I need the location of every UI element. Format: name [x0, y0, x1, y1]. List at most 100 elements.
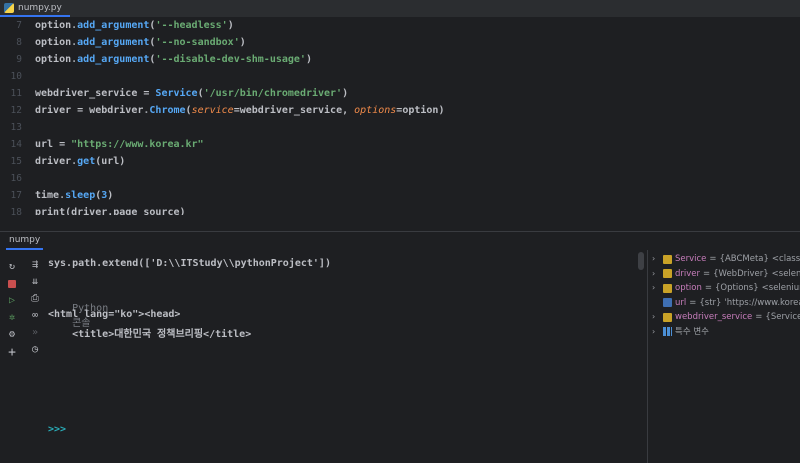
add-icon[interactable]: + [5, 345, 19, 359]
code-line[interactable]: 10 [0, 68, 800, 85]
code-line[interactable]: 11 webdriver_service = Service('/usr/bin/… [0, 85, 800, 102]
console-scrollbar[interactable] [638, 252, 644, 463]
variable-row-driver[interactable]: › driver={WebDriver}<seleniu [652, 267, 800, 281]
variable-name: url [675, 297, 687, 308]
variable-type: {Options} [715, 283, 759, 293]
chevron-right-icon[interactable]: › [652, 267, 660, 281]
line-number: 12 [10, 105, 22, 116]
variable-row-option[interactable]: › option={Options}<selenium. [652, 281, 800, 295]
code-text: driver = webdriver.Chrome(service=webdri… [35, 102, 444, 119]
code-line[interactable]: 8 option.add_argument('--no-sandbox') [0, 34, 800, 51]
more-icon[interactable]: » [28, 326, 42, 340]
code-token: sleep [65, 190, 96, 201]
variable-row-url[interactable]: url = {str}'https://www.korea. [652, 296, 800, 310]
variable-equals: = [689, 297, 697, 308]
code-token: print(driver.page_source) [35, 207, 186, 215]
code-token: '--headless' [155, 20, 228, 31]
special-variables-row[interactable]: › 특수 변수 [652, 325, 709, 339]
editor-tab-bar: numpy.py [0, 0, 800, 18]
code-line[interactable]: 16 [0, 170, 800, 187]
code-line[interactable]: 9 option.add_argument('--disable-dev-shm-… [0, 51, 800, 68]
code-token: driver = webdriver [35, 105, 144, 116]
console-toolbar: ↻ ▷ ✲ ⚙ + ⇶ ⇊ ⎙ ∞ » ◷ [0, 252, 46, 463]
object-variable-icon [663, 312, 672, 322]
variable-value: <class 'se [771, 254, 800, 264]
variable-type: {Service} [765, 312, 800, 322]
variable-equals: = [704, 283, 713, 293]
code-token: get [77, 156, 96, 167]
soft-wrap-icon[interactable]: ⇶ [28, 258, 42, 272]
history-icon[interactable]: ◷ [28, 343, 42, 357]
code-text: option.add_argument('--disable-dev-shm-u… [35, 51, 312, 68]
code-token: service [191, 105, 234, 116]
line-number: 9 [16, 54, 22, 65]
scroll-to-end-icon[interactable]: ⇊ [28, 275, 42, 289]
console-output-title: <title>대한민국 정책브리핑</title> [48, 329, 252, 340]
code-text: time.sleep(3) [35, 187, 113, 204]
code-token: driver [35, 156, 72, 167]
chevron-right-icon[interactable]: › [652, 252, 660, 266]
variable-name: webdriver_service [675, 312, 753, 322]
console-line-syspath: sys.path.extend(['D:\\ITStudy\\pythonPro… [48, 258, 331, 269]
variable-row-Service[interactable]: › Service={ABCMeta}<class 'se [652, 252, 800, 266]
variable-value: <selenium. [761, 283, 800, 293]
run-icon[interactable]: ▷ [5, 294, 19, 308]
code-text: print(driver.page_source) [35, 204, 186, 215]
variable-value: <seleniu [771, 268, 800, 279]
variable-row-webdriver_service[interactable]: ›webdriver_service={Service}<se [652, 310, 800, 324]
variable-equals: = [755, 312, 763, 322]
variable-type: {str} [699, 297, 722, 308]
line-number: 7 [16, 20, 22, 31]
code-line[interactable]: 13 [0, 119, 800, 136]
code-token: option [35, 37, 72, 48]
code-token: (url) [95, 156, 126, 167]
file-tab-label: numpy.py [18, 2, 62, 13]
settings-icon[interactable]: ⚙ [5, 328, 19, 342]
chevron-right-icon[interactable]: › [652, 325, 660, 339]
code-line[interactable]: 18 print(driver.page_source) [0, 204, 800, 215]
code-line[interactable]: 12 driver = webdriver.Chrome(service=webd… [0, 102, 800, 119]
chevron-right-icon[interactable]: › [652, 281, 660, 295]
variable-value: 'https://www.korea. [724, 297, 800, 308]
code-token: option [35, 20, 72, 31]
debug-icon[interactable]: ✲ [5, 311, 19, 325]
code-token: "https://www.korea.kr" [71, 139, 204, 150]
variable-equals: = [703, 268, 711, 279]
code-text: driver.get(url) [35, 153, 125, 170]
python-file-icon [4, 2, 14, 13]
code-token: url = [35, 139, 72, 150]
code-editor[interactable]: 7 option.add_argument('--headless') 8 optio… [0, 17, 800, 215]
console-scrollbar-thumb[interactable] [638, 252, 644, 270]
python-console[interactable]: sys.path.extend(['D:\\ITStudy\\pythonPro… [46, 252, 636, 463]
chevron-right-icon[interactable]: › [652, 310, 660, 324]
code-token: options [354, 105, 397, 116]
object-variable-icon [663, 269, 672, 278]
special-variables-icon [663, 327, 672, 336]
code-token: '--no-sandbox' [155, 37, 240, 48]
line-number: 8 [16, 37, 22, 48]
code-line[interactable]: 17 time.sleep(3) [0, 187, 800, 204]
code-token: '/usr/bin/chromedriver' [203, 88, 343, 99]
code-text: option.add_argument('--no-sandbox') [35, 34, 246, 51]
variables-panel: ›Service={ABCMeta}<class 'se›driver={Web… [647, 250, 800, 463]
glasses-icon[interactable]: ∞ [28, 309, 42, 323]
stop-icon[interactable] [5, 277, 19, 291]
code-token: ) [305, 54, 312, 65]
rerun-icon[interactable]: ↻ [5, 260, 19, 274]
code-text: url = "https://www.korea.kr" [35, 136, 204, 153]
print-icon[interactable]: ⎙ [28, 292, 42, 306]
string-variable-icon [663, 298, 672, 307]
code-line[interactable]: 15 driver.get(url) [0, 153, 800, 170]
variable-type: {WebDriver} [713, 268, 769, 279]
console-tab-numpy[interactable]: numpy [6, 235, 44, 250]
line-number: 17 [10, 190, 22, 201]
variable-name: option [675, 283, 702, 293]
file-tab-numpy[interactable]: numpy.py [0, 0, 70, 17]
console-prompt[interactable]: >>> [48, 424, 66, 435]
code-line[interactable]: 7 option.add_argument('--headless') [0, 17, 800, 34]
code-token: ) [239, 37, 246, 48]
code-token: Service [155, 88, 198, 99]
code-token: ) [227, 20, 234, 31]
code-token: add_argument [77, 37, 150, 48]
code-line[interactable]: 14 url = "https://www.korea.kr" [0, 136, 800, 153]
